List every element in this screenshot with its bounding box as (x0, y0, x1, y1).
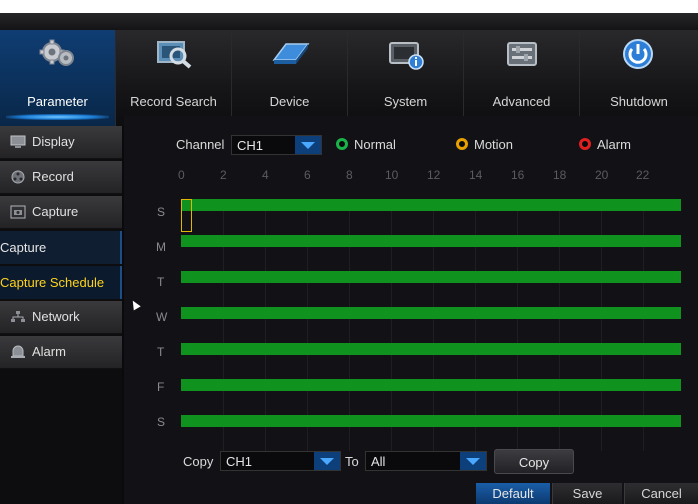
day-label: T (157, 275, 165, 289)
hour-label: 20 (595, 168, 609, 182)
hour-label: 18 (553, 168, 567, 182)
hour-label: 12 (427, 168, 441, 182)
schedule-grid[interactable] (181, 199, 681, 451)
alarm-legend-icon (579, 138, 591, 150)
tab-parameter[interactable]: Parameter (0, 30, 116, 126)
alarm-icon (11, 345, 25, 358)
motion-legend-icon (456, 138, 468, 150)
monitor-icon (10, 135, 26, 148)
chevron-down-icon (295, 136, 321, 154)
sidebar-item-label: Alarm (32, 344, 66, 359)
sidebar-item-label: Capture Schedule (0, 275, 105, 290)
hour-label: 14 (469, 168, 483, 182)
day-label: S (157, 205, 166, 219)
network-icon (11, 311, 25, 322)
schedule-bar-fri[interactable] (181, 379, 681, 391)
tab-record-search[interactable]: Record Search (116, 30, 232, 126)
schedule-bar-sun[interactable] (181, 199, 681, 211)
tab-label: Advanced (492, 94, 551, 109)
tab-advanced[interactable]: Advanced (464, 30, 580, 126)
tab-label: System (383, 94, 428, 109)
normal-legend-icon (336, 138, 348, 150)
schedule-bar-mon[interactable] (181, 235, 681, 247)
sidebar-item-alarm[interactable]: Alarm (0, 336, 122, 369)
reel-icon (11, 170, 25, 184)
sidebar-item-label: Record (32, 169, 74, 184)
hour-label: 22 (636, 168, 650, 182)
copy-target-value: All (371, 454, 386, 469)
channel-select[interactable]: CH1 (231, 135, 322, 155)
save-button[interactable]: Save (552, 483, 622, 504)
hour-label: 8 (346, 168, 353, 182)
sidebar: Display Record Capture Capture Capture S… (0, 126, 122, 504)
copy-source-select[interactable]: CH1 (220, 451, 341, 471)
schedule-bar-wed[interactable] (181, 307, 681, 319)
tab-shutdown[interactable]: Shutdown (580, 30, 698, 126)
channel-label: Channel (176, 137, 225, 152)
camera-icon (10, 205, 26, 219)
default-button[interactable]: Default (476, 483, 550, 504)
top-navigation: Parameter Record Search Device System Ad… (0, 30, 698, 126)
day-label: T (157, 345, 165, 359)
grid-selection-cursor (181, 199, 192, 232)
day-label: M (156, 240, 166, 254)
monitor-info-icon (389, 42, 424, 70)
hard-drive-icon (272, 43, 310, 64)
sidebar-item-label: Capture (0, 240, 47, 255)
legend-normal-label: Normal (354, 137, 396, 152)
hour-label: 6 (304, 168, 311, 182)
chevron-down-icon (460, 452, 486, 470)
sidebar-item-capture[interactable]: Capture (0, 196, 122, 229)
channel-value: CH1 (237, 138, 264, 153)
sidebar-item-label: Network (32, 309, 80, 324)
chevron-down-icon (314, 452, 340, 470)
sliders-icon (507, 42, 537, 66)
hour-label: 4 (262, 168, 269, 182)
copy-target-select[interactable]: All (365, 451, 487, 471)
copy-source-value: CH1 (226, 454, 253, 469)
cancel-button[interactable]: Cancel (624, 483, 698, 504)
legend-motion-label: Motion (474, 137, 514, 152)
sidebar-subitem-capture[interactable]: Capture (0, 231, 122, 264)
tab-label: Shutdown (610, 94, 668, 109)
active-tab-glow (6, 114, 109, 120)
nav-top-strip (0, 13, 698, 30)
sidebar-item-network[interactable]: Network (0, 301, 122, 334)
dvr-window: Parameter Record Search Device System Ad… (0, 13, 698, 504)
gears-icon (39, 39, 74, 66)
hour-label: 16 (511, 168, 525, 182)
schedule-bar-tue[interactable] (181, 271, 681, 283)
day-label: W (156, 310, 168, 324)
sidebar-item-record[interactable]: Record (0, 161, 122, 194)
tab-label: Parameter (27, 94, 88, 109)
tab-label: Record Search (130, 94, 217, 109)
power-icon (623, 39, 653, 69)
hour-label: 0 (178, 168, 185, 182)
hour-label: 10 (385, 168, 399, 182)
magnifier-film-icon (157, 41, 192, 69)
copy-button[interactable]: Copy (494, 449, 574, 474)
tab-system[interactable]: System (348, 30, 464, 126)
sidebar-item-label: Display (32, 134, 75, 149)
copy-label: Copy (183, 454, 214, 469)
tab-label: Device (269, 94, 310, 109)
sidebar-item-display[interactable]: Display (0, 126, 122, 159)
to-label: To (345, 454, 359, 469)
legend-alarm-label: Alarm (597, 137, 631, 152)
sidebar-item-label: Capture (32, 204, 79, 219)
sidebar-subitem-capture-schedule[interactable]: Capture Schedule (0, 266, 122, 299)
tab-device[interactable]: Device (232, 30, 348, 126)
day-label: F (157, 380, 165, 394)
day-label: S (157, 415, 166, 429)
hour-label: 2 (220, 168, 227, 182)
schedule-bar-sat[interactable] (181, 415, 681, 427)
schedule-bar-thu[interactable] (181, 343, 681, 355)
